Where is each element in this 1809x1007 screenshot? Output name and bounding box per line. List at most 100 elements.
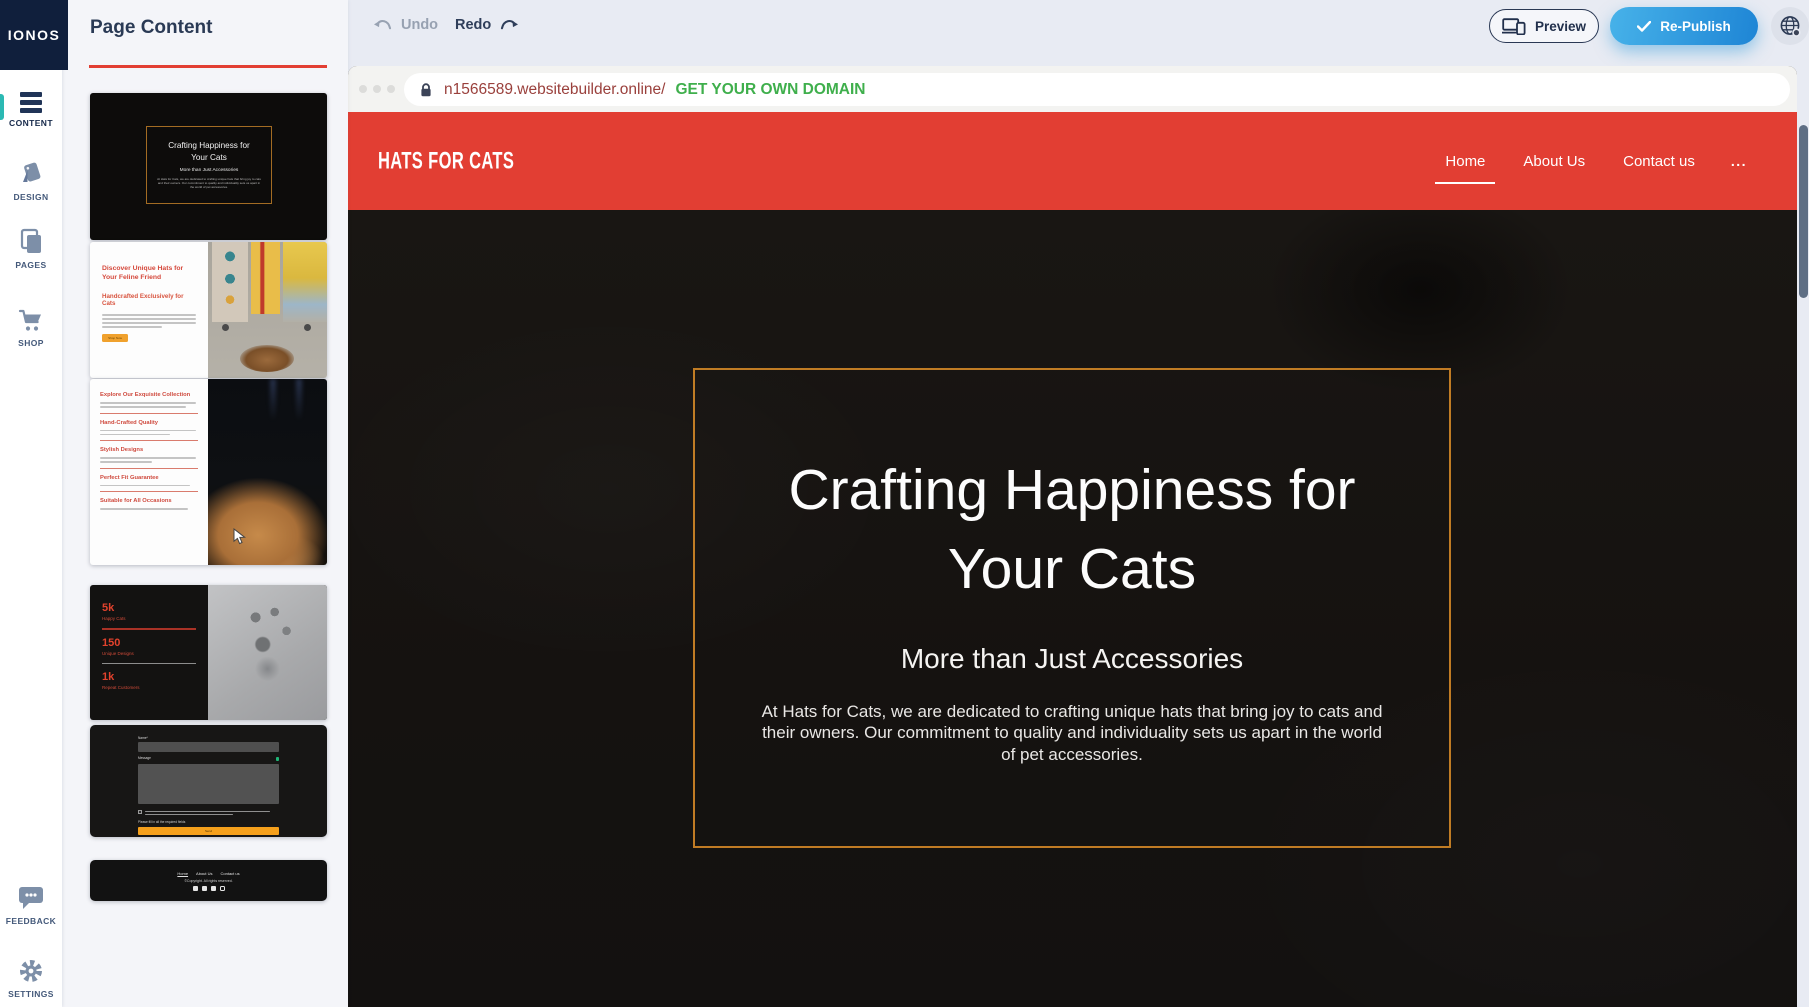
footer-link: About Us bbox=[196, 871, 212, 876]
preview-button[interactable]: Preview bbox=[1489, 9, 1599, 43]
thumb-intro-text-column: Discover Unique Hats for Your Feline Fri… bbox=[90, 242, 208, 378]
text-placeholder-line bbox=[100, 485, 190, 487]
redo-icon bbox=[498, 18, 519, 32]
cart-wheel-shape bbox=[222, 324, 229, 331]
thumb-form: Name* Message Please fill in all the req… bbox=[138, 736, 279, 835]
text-placeholder-line bbox=[100, 402, 196, 404]
poster-shape bbox=[251, 242, 280, 314]
poster-shape bbox=[212, 242, 248, 322]
sidebar-item-feedback[interactable]: FEEDBACK bbox=[0, 884, 62, 926]
republish-button[interactable]: Re-Publish bbox=[1610, 7, 1758, 45]
form-message-label: Message bbox=[138, 756, 151, 760]
text-placeholder-line bbox=[100, 406, 186, 408]
panel-title: Page Content bbox=[90, 17, 212, 39]
browser-dot bbox=[373, 85, 381, 93]
consent-checkbox bbox=[138, 810, 142, 814]
sidebar-item-settings[interactable]: SETTINGS bbox=[0, 958, 62, 999]
sidebar-item-content[interactable]: CONTENT bbox=[0, 92, 62, 128]
site-url[interactable]: n1566589.websitebuilder.online/ bbox=[444, 81, 665, 99]
address-bar[interactable]: n1566589.websitebuilder.online/ GET YOUR… bbox=[404, 73, 1790, 106]
redo-button[interactable]: Redo bbox=[455, 17, 519, 33]
get-domain-link[interactable]: GET YOUR OWN DOMAIN bbox=[675, 81, 865, 99]
hero-body-text[interactable]: At Hats for Cats, we are dedicated to cr… bbox=[753, 701, 1391, 766]
check-icon bbox=[1637, 21, 1651, 32]
devices-icon bbox=[1502, 18, 1526, 35]
browser-dot bbox=[387, 85, 395, 93]
panel-tab-indicator bbox=[89, 65, 327, 68]
sidebar-item-shop[interactable]: SHOP bbox=[0, 308, 62, 348]
sidebar-item-label: SETTINGS bbox=[8, 989, 54, 999]
site-nav: Home About Us Contact us ... bbox=[1443, 147, 1747, 176]
linkedin-icon bbox=[211, 886, 216, 891]
thumb-intro-heading: Discover Unique Hats for Your Feline Fri… bbox=[102, 264, 196, 282]
section-thumb-intro[interactable]: Discover Unique Hats for Your Feline Fri… bbox=[90, 242, 327, 378]
hero-title-line2: Your Cats bbox=[948, 537, 1196, 601]
thumb-stats-column: 5k Happy Cats 150 Unique Designs 1k Repe… bbox=[90, 585, 208, 720]
consent-text-placeholder bbox=[145, 810, 280, 817]
undo-label: Undo bbox=[401, 17, 438, 33]
nav-item-contact[interactable]: Contact us bbox=[1621, 147, 1697, 176]
hero-title[interactable]: Crafting Happiness forYour Cats bbox=[788, 451, 1355, 609]
footer-social-icons bbox=[193, 886, 225, 891]
text-placeholder-line bbox=[100, 430, 196, 432]
thumb-feature-heading: Stylish Designs bbox=[100, 447, 198, 453]
thumb-features-text-column: Explore Our Exquisite Collection Hand-Cr… bbox=[90, 379, 208, 565]
shop-cart-icon bbox=[18, 308, 44, 333]
footer-link: Home bbox=[177, 871, 188, 876]
thumb-hero-title-line2: Your Cats bbox=[191, 153, 227, 162]
thumb-feature-heading: Explore Our Exquisite Collection bbox=[100, 392, 198, 398]
stat-label: Unique Designs bbox=[102, 651, 196, 656]
section-thumb-features[interactable]: Explore Our Exquisite Collection Hand-Cr… bbox=[90, 379, 327, 565]
text-placeholder-line bbox=[100, 461, 152, 463]
site-preview: n1566589.websitebuilder.online/ GET YOUR… bbox=[348, 66, 1797, 1007]
undo-button[interactable]: Undo bbox=[373, 17, 438, 33]
language-globe-button[interactable] bbox=[1771, 7, 1809, 45]
cart-wheel-shape bbox=[304, 324, 311, 331]
site-logo[interactable]: HATS FOR CATS bbox=[378, 147, 514, 175]
thumb-hero-box: Crafting Happiness forYour Cats More tha… bbox=[146, 126, 272, 204]
hero-section[interactable]: Crafting Happiness forYour Cats More tha… bbox=[348, 210, 1797, 1007]
ionos-logo[interactable]: IONOS bbox=[0, 0, 68, 70]
preview-label: Preview bbox=[1535, 19, 1586, 34]
form-edit-icon bbox=[276, 757, 280, 761]
preview-scrollbar-thumb[interactable] bbox=[1799, 125, 1808, 298]
ionos-logo-text: IONOS bbox=[8, 27, 61, 43]
text-placeholder-line bbox=[100, 434, 170, 436]
thumb-hero-title-line1: Crafting Happiness for bbox=[168, 141, 249, 150]
thumb-intro-subheading: Handcrafted Exclusively for Cats bbox=[102, 293, 196, 307]
redo-label: Redo bbox=[455, 17, 491, 33]
section-thumb-hero[interactable]: Crafting Happiness forYour Cats More tha… bbox=[90, 93, 327, 240]
text-placeholder-line bbox=[102, 318, 196, 320]
hero-content-box[interactable]: Crafting Happiness forYour Cats More tha… bbox=[693, 368, 1451, 848]
text-placeholder-line bbox=[145, 811, 270, 812]
republish-label: Re-Publish bbox=[1660, 19, 1731, 34]
sidebar-item-label: PAGES bbox=[15, 260, 46, 270]
section-thumb-contact-form[interactable]: Name* Message Please fill in all the req… bbox=[90, 725, 327, 837]
nav-more-ellipsis[interactable]: ... bbox=[1731, 153, 1747, 169]
stat-value: 5k bbox=[102, 602, 196, 614]
twitter-icon bbox=[202, 886, 207, 891]
light-streak-shape bbox=[270, 379, 276, 421]
facebook-icon bbox=[193, 886, 198, 891]
pages-icon bbox=[18, 228, 44, 255]
app-sidebar: IONOS CONTENT DESIGN PAGES SHOP FEEDBACK bbox=[0, 0, 62, 1007]
text-placeholder-line bbox=[145, 814, 233, 815]
sidebar-item-pages[interactable]: PAGES bbox=[0, 228, 62, 270]
nav-item-home[interactable]: Home bbox=[1443, 147, 1487, 176]
sidebar-item-design[interactable]: DESIGN bbox=[0, 160, 62, 202]
section-thumb-footer[interactable]: Home About Us Contact us ©Copyright. All… bbox=[90, 860, 327, 901]
globe-icon bbox=[1778, 14, 1802, 38]
section-thumb-stats[interactable]: 5k Happy Cats 150 Unique Designs 1k Repe… bbox=[90, 585, 327, 720]
stat-label: Happy Cats bbox=[102, 616, 196, 621]
thumb-footer-links: Home About Us Contact us bbox=[177, 871, 239, 876]
text-placeholder-line bbox=[100, 508, 188, 510]
text-placeholder-line bbox=[102, 326, 162, 328]
hero-subtitle[interactable]: More than Just Accessories bbox=[901, 643, 1243, 675]
nav-item-about[interactable]: About Us bbox=[1521, 147, 1587, 176]
feedback-icon bbox=[17, 884, 45, 911]
thumb-feature-heading: Suitable for All Occasions bbox=[100, 498, 198, 504]
text-placeholder-line bbox=[100, 457, 196, 459]
thumb-feature-heading: Hand-Crafted Quality bbox=[100, 420, 198, 426]
thumb-shop-now-button: Shop Now bbox=[102, 334, 128, 342]
divider bbox=[100, 468, 198, 469]
